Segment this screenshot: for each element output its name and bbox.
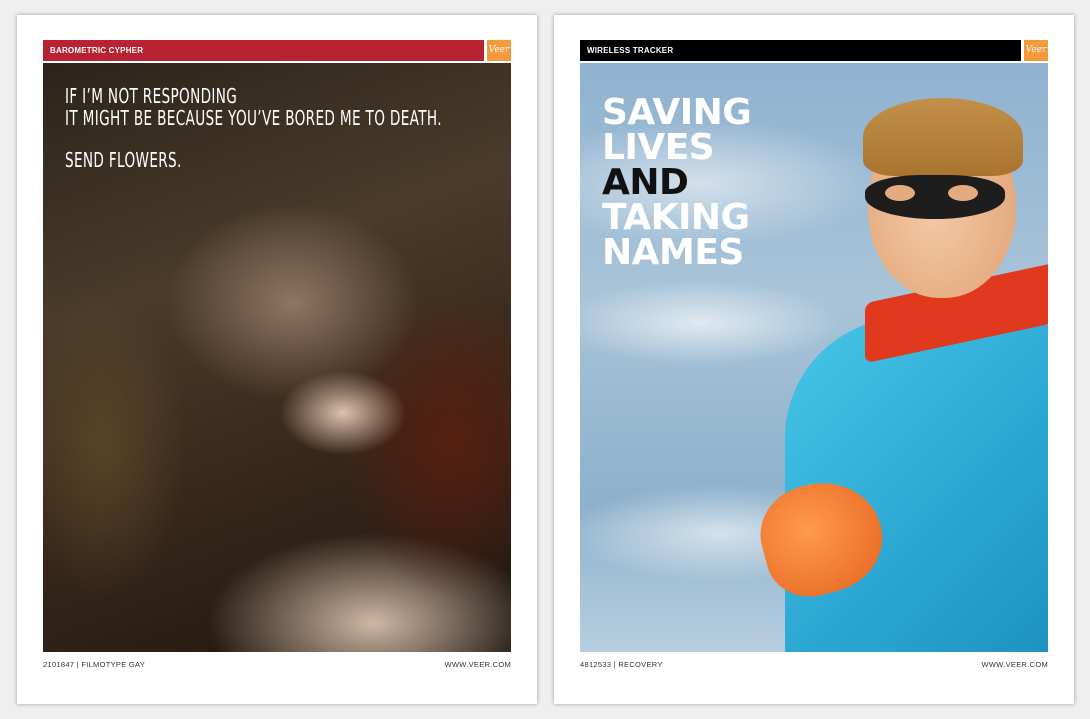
image-credit: 2101847 | FILMOTYPE GAY bbox=[43, 660, 146, 669]
headline-line: TAKING bbox=[602, 197, 750, 238]
kid-eye bbox=[885, 185, 915, 201]
ad-header: WIRELESS TRACKER Veer bbox=[580, 40, 1048, 61]
kid-hair bbox=[863, 98, 1023, 176]
font-name-bar: BAROMETRIC CYPHER bbox=[43, 40, 484, 61]
quote-line: IF I’M NOT RESPONDING bbox=[65, 84, 238, 108]
headline-line: LIVES bbox=[602, 127, 715, 168]
headline-line: NAMES bbox=[602, 232, 744, 273]
veer-logo: Veer bbox=[1022, 40, 1048, 61]
headline-line: SAVING bbox=[602, 92, 752, 133]
website-link[interactable]: WWW.VEER.COM bbox=[981, 660, 1048, 669]
font-name-bar: WIRELESS TRACKER bbox=[580, 40, 1021, 61]
headline-line: AND bbox=[602, 162, 689, 203]
website-link[interactable]: WWW.VEER.COM bbox=[444, 660, 511, 669]
kid-mask bbox=[865, 175, 1005, 219]
veer-logo: Veer bbox=[485, 40, 511, 61]
ad-page-left: BAROMETRIC CYPHER Veer IF I’M NOT RESPON… bbox=[17, 15, 537, 704]
quote-line: IT MIGHT BE BECAUSE YOU’VE BORED ME TO D… bbox=[65, 106, 442, 130]
masquerade-photo: IF I’M NOT RESPONDING IT MIGHT BE BECAUS… bbox=[43, 63, 511, 652]
ad-header: BAROMETRIC CYPHER Veer bbox=[43, 40, 511, 61]
superhero-kid-photo: SAVING LIVES AND TAKING NAMES bbox=[580, 63, 1048, 652]
quote-line: SEND FLOWERS. bbox=[65, 148, 182, 172]
headline: SAVING LIVES AND TAKING NAMES bbox=[602, 92, 752, 273]
kid-eye bbox=[948, 185, 978, 201]
image-credit: 4812533 | RECOVERY bbox=[580, 660, 663, 669]
ad-page-right: WIRELESS TRACKER Veer SAVING LIVES AND T… bbox=[554, 15, 1074, 704]
